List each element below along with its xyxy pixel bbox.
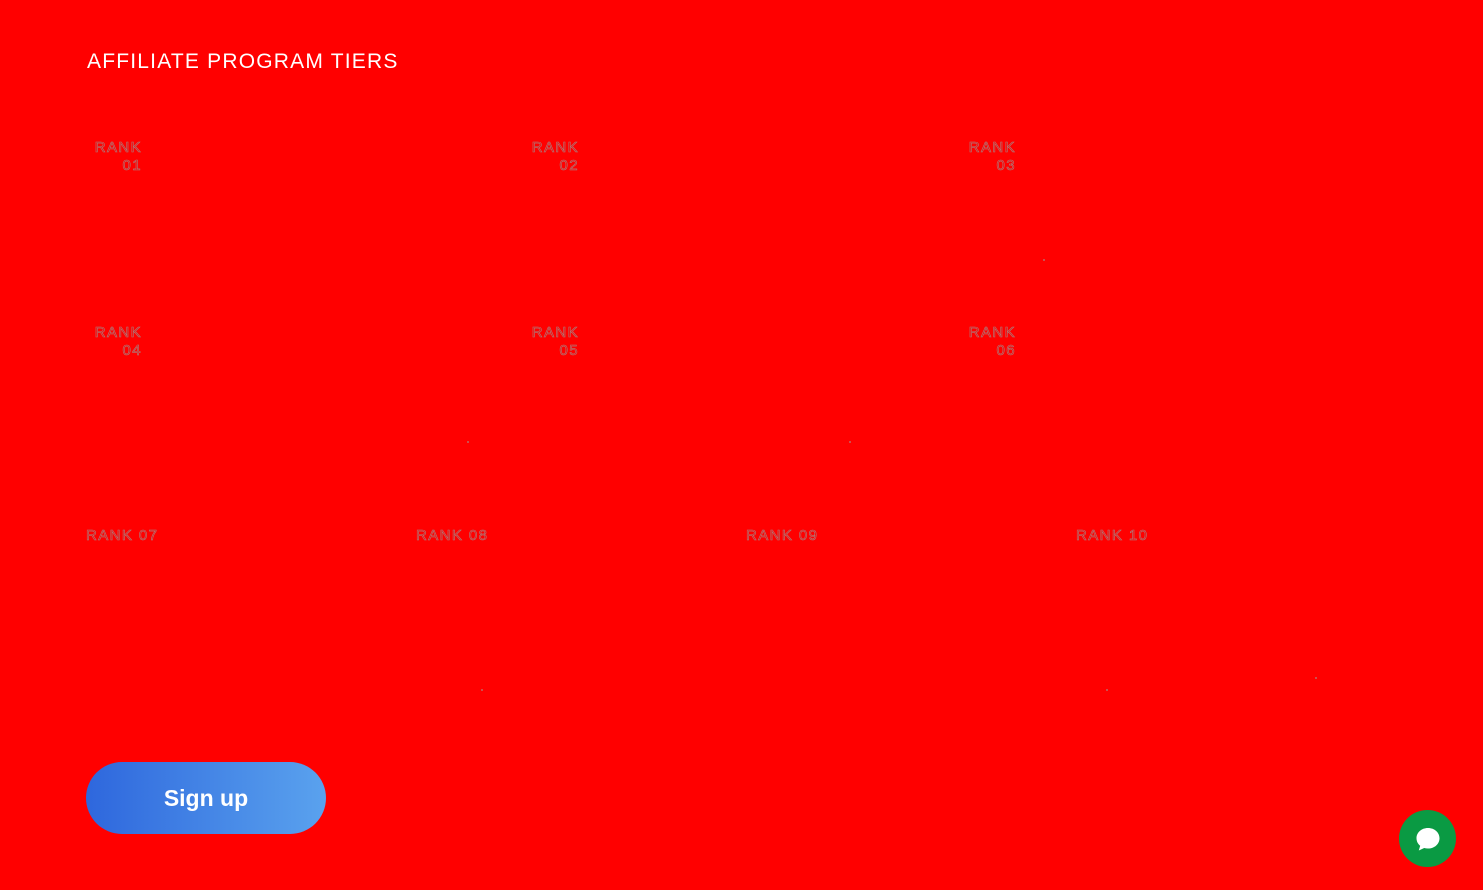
- rank-card-08: RANK 08: [416, 527, 489, 545]
- rank-card-01: RANK 01: [82, 139, 142, 175]
- rank-number: 06: [996, 342, 1016, 360]
- rank-word: RANK: [968, 139, 1016, 157]
- faint-dot: [849, 441, 851, 443]
- rank-word: RANK: [968, 324, 1016, 342]
- rank-card-05: RANK 05: [519, 324, 579, 360]
- rank-card-04: RANK 04: [82, 324, 142, 360]
- faint-dot: [481, 689, 483, 691]
- rank-word: RANK: [531, 324, 579, 342]
- rank-card-09: RANK 09: [746, 527, 819, 545]
- rank-number: 01: [122, 157, 142, 175]
- rank-card-03: RANK 03: [956, 139, 1016, 175]
- rank-card-06: RANK 06: [956, 324, 1016, 360]
- rank-card-07: RANK 07: [86, 527, 159, 545]
- rank-word: RANK: [531, 139, 579, 157]
- rank-number: 05: [559, 342, 579, 360]
- faint-dot: [1315, 677, 1317, 679]
- rank-number: 03: [996, 157, 1016, 175]
- section-title: AFFILIATE PROGRAM TIERS: [87, 50, 399, 73]
- signup-button[interactable]: Sign up: [86, 762, 326, 834]
- rank-number: 02: [559, 157, 579, 175]
- rank-card-10: RANK 10: [1076, 527, 1149, 545]
- rank-number: 04: [122, 342, 142, 360]
- faint-dot: [1043, 259, 1045, 261]
- rank-card-02: RANK 02: [519, 139, 579, 175]
- faint-dot: [1106, 689, 1108, 691]
- faint-dot: [467, 441, 469, 443]
- rank-word: RANK: [94, 139, 142, 157]
- rank-word: RANK: [94, 324, 142, 342]
- chat-button[interactable]: [1399, 810, 1456, 867]
- chat-bubble-icon: [1416, 827, 1439, 850]
